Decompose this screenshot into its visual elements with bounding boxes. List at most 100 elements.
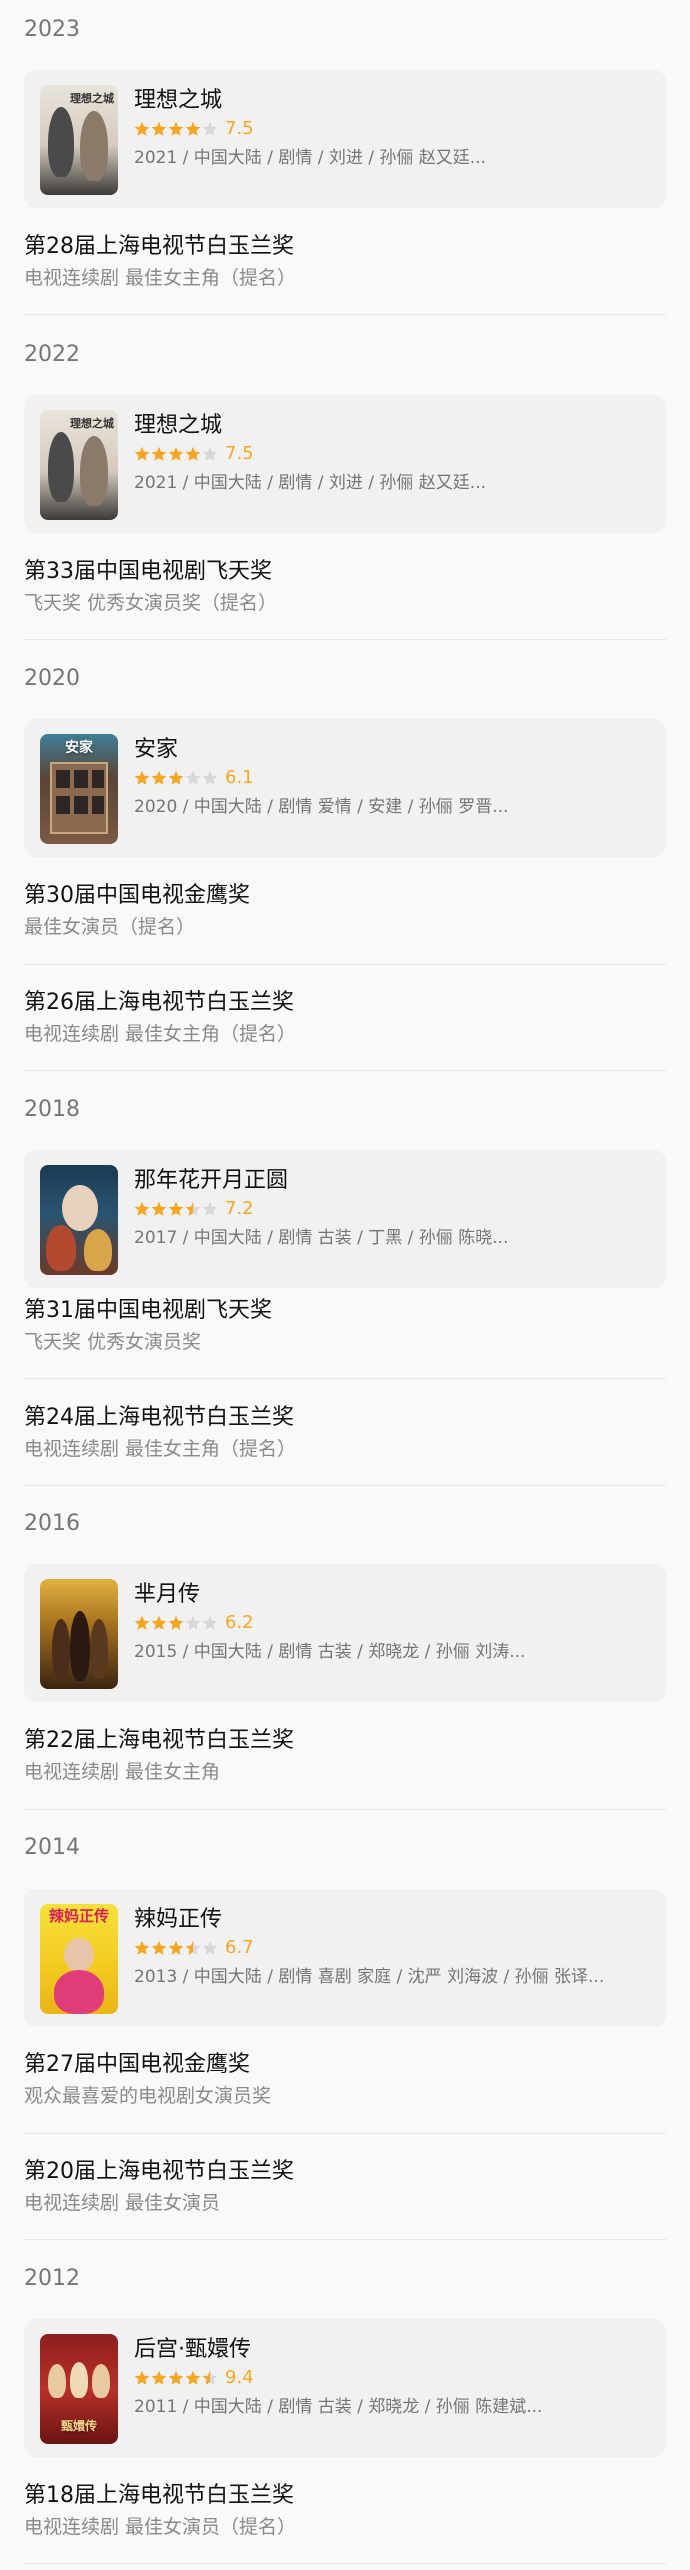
movie-rating: 7.5: [134, 443, 254, 465]
movie-rating: 6.2: [134, 1612, 254, 1634]
movie-poster: [40, 1579, 118, 1689]
star-icon: [151, 121, 167, 136]
star-rating: [134, 1614, 219, 1632]
movie-card[interactable]: 芈月传 6.2 2015 / 中国大陆 / 剧情 古装 / 郑晓龙 / 孙俪 刘…: [24, 1564, 666, 1702]
star-icon: [151, 446, 167, 461]
rating-score: 6.7: [225, 1937, 254, 1958]
movie-card[interactable]: 理想之城 理想之城 7.5 2021 / 中国大陆 / 剧情 / 刘进 / 孙俪…: [24, 70, 666, 208]
star-icon: [151, 1940, 167, 1955]
movie-title: 芈月传: [134, 1582, 201, 1607]
stars-svg: [134, 2370, 218, 2385]
award-name: 第30届中国电视金鹰奖: [24, 883, 250, 908]
movie-title: 后宫·甄嬛传: [134, 2337, 251, 2362]
award-item[interactable]: 第18届上海电视节白玉兰奖 电视连续剧 最佳女演员（提名）: [24, 2481, 666, 2541]
award-category: 电视连续剧 最佳女主角: [24, 1761, 221, 1783]
stars-svg: [134, 1615, 218, 1630]
movie-rating: 7.5: [134, 118, 254, 140]
award-category: 飞天奖 优秀女演员奖（提名）: [24, 592, 278, 614]
award-item[interactable]: 第24届上海电视节白玉兰奖 电视连续剧 最佳女主角（提名）: [24, 1403, 666, 1463]
star-icon: [134, 446, 150, 461]
award-item[interactable]: 第27届中国电视金鹰奖 观众最喜爱的电视剧女演员奖: [24, 2050, 666, 2110]
movie-rating: 6.1: [134, 767, 254, 789]
award-item[interactable]: 第31届中国电视剧飞天奖 飞天奖 优秀女演员奖: [24, 1296, 666, 1356]
year-heading: 2016: [24, 1511, 80, 1536]
divider: [24, 2239, 666, 2240]
award-name: 第31届中国电视剧飞天奖: [24, 1298, 272, 1323]
award-item[interactable]: 第30届中国电视金鹰奖 最佳女演员（提名）: [24, 881, 666, 941]
movie-rating: 6.7: [134, 1937, 254, 1959]
star-icon: [202, 2370, 218, 2385]
movie-title: 辣妈正传: [134, 1907, 223, 1932]
star-icon: [168, 2370, 184, 2385]
movie-meta: 2021 / 中国大陆 / 剧情 / 刘进 / 孙俪 赵又廷...: [134, 473, 487, 493]
award-item[interactable]: 第33届中国电视剧飞天奖 飞天奖 优秀女演员奖（提名）: [24, 557, 666, 617]
movie-title: 那年花开月正圆: [134, 1168, 289, 1193]
movie-meta: 2020 / 中国大陆 / 剧情 爱情 / 安建 / 孙俪 罗晋...: [134, 797, 509, 817]
award-name: 第28届上海电视节白玉兰奖: [24, 234, 294, 259]
movie-card[interactable]: 安家 安家 6.1 2020 / 中国大陆 / 剧情 爱情 / 安建 / 孙俪 …: [24, 719, 666, 857]
movie-poster: 理想之城: [40, 85, 118, 195]
year-heading: 2018: [24, 1097, 80, 1122]
movie-meta: 2015 / 中国大陆 / 剧情 古装 / 郑晓龙 / 孙俪 刘涛...: [134, 1642, 526, 1662]
award-name: 第26届上海电视节白玉兰奖: [24, 990, 294, 1015]
year-heading: 2023: [24, 17, 80, 42]
award-item[interactable]: 第28届上海电视节白玉兰奖 电视连续剧 最佳女主角（提名）: [24, 232, 666, 292]
stars-svg: [134, 770, 218, 785]
movie-meta: 2013 / 中国大陆 / 剧情 喜剧 家庭 / 沈严 刘海波 / 孙俪 张译.…: [134, 1967, 605, 1987]
star-icon: [168, 1615, 184, 1630]
award-category: 电视连续剧 最佳女主角（提名）: [24, 1023, 297, 1045]
award-category: 观众最喜爱的电视剧女演员奖: [24, 2085, 272, 2107]
movie-rating: 7.2: [134, 1198, 254, 1220]
star-icon: [151, 1201, 167, 1216]
star-icon: [151, 770, 167, 785]
award-category: 电视连续剧 最佳女主角（提名）: [24, 1438, 297, 1460]
rating-score: 6.2: [225, 1612, 254, 1633]
star-icon: [185, 1201, 201, 1216]
movie-card[interactable]: 辣妈正传 辣妈正传 6.7 2013 / 中国大陆 / 剧情 喜剧 家庭 / 沈…: [24, 1889, 666, 2027]
award-category: 电视连续剧 最佳女演员（提名）: [24, 2516, 297, 2538]
divider: [24, 639, 666, 640]
divider: [24, 1070, 666, 1071]
star-icon: [202, 446, 218, 461]
star-icon: [168, 1940, 184, 1955]
star-rating: [134, 2369, 219, 2387]
stars-svg: [134, 1940, 218, 1955]
award-item[interactable]: 第22届上海电视节白玉兰奖 电视连续剧 最佳女主角: [24, 1726, 666, 1786]
star-icon: [134, 1201, 150, 1216]
star-rating: [134, 445, 219, 463]
movie-poster: [40, 1165, 118, 1275]
movie-title: 理想之城: [134, 88, 223, 113]
divider: [24, 964, 666, 965]
stars-svg: [134, 121, 218, 136]
stars-svg: [134, 446, 218, 461]
star-icon: [202, 1940, 218, 1955]
star-icon: [134, 2370, 150, 2385]
award-item[interactable]: 第26届上海电视节白玉兰奖 电视连续剧 最佳女主角（提名）: [24, 988, 666, 1048]
movie-meta: 2017 / 中国大陆 / 剧情 古装 / 丁黑 / 孙俪 陈晓...: [134, 1228, 509, 1248]
divider: [24, 1485, 666, 1486]
star-icon: [202, 1615, 218, 1630]
star-icon: [185, 1940, 201, 1955]
movie-card[interactable]: 甄嬛传 后宫·甄嬛传 9.4 2011 / 中国大陆 / 剧情 古装 / 郑晓龙…: [24, 2319, 666, 2457]
award-item[interactable]: 第20届上海电视节白玉兰奖 电视连续剧 最佳女演员: [24, 2157, 666, 2217]
movie-poster: 理想之城: [40, 410, 118, 520]
star-icon: [134, 121, 150, 136]
star-icon: [185, 1615, 201, 1630]
star-rating: [134, 1939, 219, 1957]
star-icon: [168, 446, 184, 461]
rating-score: 7.2: [225, 1198, 254, 1219]
award-category: 电视连续剧 最佳女主角（提名）: [24, 267, 297, 289]
rating-score: 9.4: [225, 2367, 254, 2388]
star-rating: [134, 769, 219, 787]
star-icon: [134, 770, 150, 785]
star-icon: [202, 1201, 218, 1216]
movie-card[interactable]: 那年花开月正圆 7.2 2017 / 中国大陆 / 剧情 古装 / 丁黑 / 孙…: [24, 1150, 666, 1288]
rating-score: 6.1: [225, 767, 254, 788]
movie-card[interactable]: 理想之城 理想之城 7.5 2021 / 中国大陆 / 剧情 / 刘进 / 孙俪…: [24, 395, 666, 533]
star-icon: [168, 1201, 184, 1216]
divider: [24, 2563, 666, 2564]
award-category: 最佳女演员（提名）: [24, 916, 196, 938]
award-category: 飞天奖 优秀女演员奖: [24, 1331, 202, 1353]
divider: [24, 1378, 666, 1379]
star-icon: [151, 1615, 167, 1630]
